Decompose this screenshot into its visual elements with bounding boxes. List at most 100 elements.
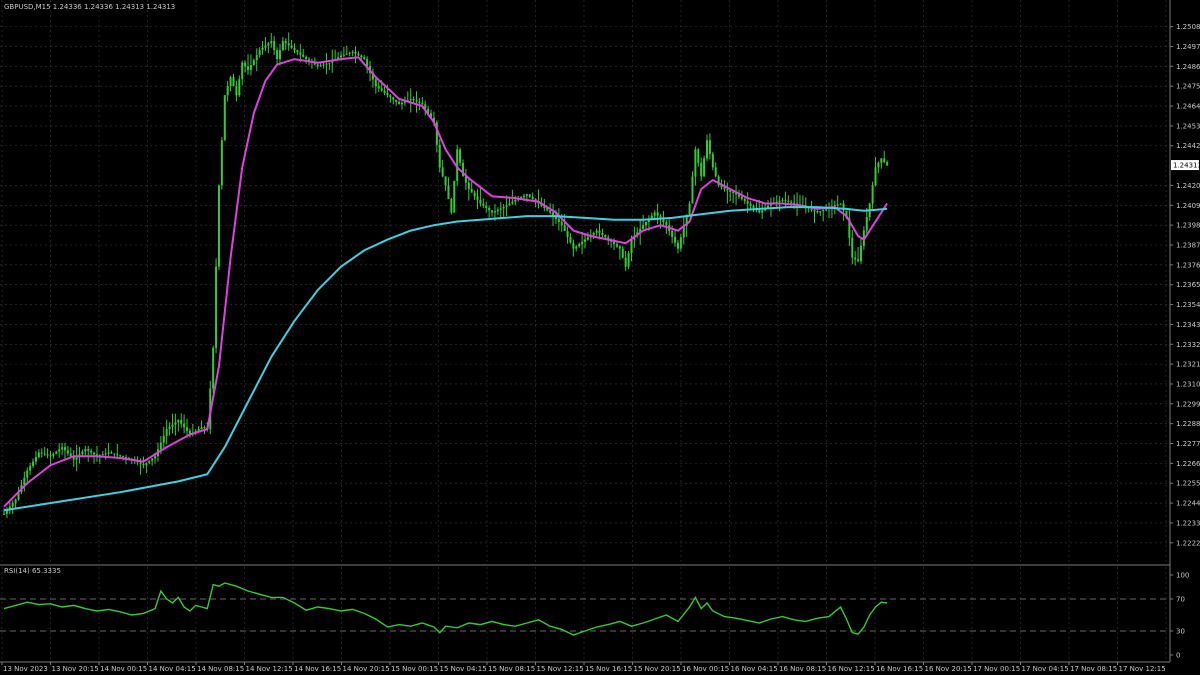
candle-body	[49, 455, 52, 457]
rsi-tick-label: 0	[1176, 652, 1180, 660]
candle-body	[58, 449, 61, 452]
candle-body	[793, 202, 796, 204]
candle-body	[857, 259, 860, 262]
candle-body	[276, 50, 279, 60]
time-tick-label: 17 Nov 08:15	[1070, 665, 1117, 673]
candle-body	[75, 457, 78, 460]
candle-body	[473, 192, 476, 197]
price-tick-label: 1.24200	[1176, 182, 1200, 190]
candle-body	[563, 225, 566, 232]
candle-body	[508, 203, 511, 206]
candle-body	[119, 455, 122, 457]
candle-body	[249, 64, 252, 70]
time-tick-label: 16 Nov 12:15	[828, 665, 875, 673]
candle-body	[363, 57, 366, 60]
candle-body	[232, 77, 235, 87]
candle-body	[409, 98, 412, 101]
time-tick-label: 13 Nov 20:15	[52, 665, 99, 673]
current-price-tag: 1.24313	[1171, 160, 1200, 171]
rsi-tick-label: 30	[1176, 628, 1185, 636]
candle-body	[84, 448, 87, 452]
candle-body	[790, 201, 793, 203]
price-tick-label: 1.23980	[1176, 222, 1200, 230]
candle-body	[389, 95, 392, 98]
candle-body	[479, 199, 482, 204]
candle-body	[162, 435, 165, 443]
candle-body	[598, 230, 601, 233]
price-tick-label: 1.24750	[1176, 83, 1200, 91]
price-tick-label: 1.23540	[1176, 301, 1200, 309]
candle-body	[113, 453, 116, 455]
candle-body	[284, 41, 287, 44]
candle-body	[171, 424, 174, 427]
candle-body	[229, 77, 232, 87]
candle-body	[154, 456, 157, 459]
candle-body	[447, 185, 450, 199]
candle-body	[345, 53, 348, 55]
candle-body	[90, 450, 93, 453]
price-tag-label: 1.24313	[1173, 162, 1200, 170]
candle-body	[549, 210, 552, 213]
time-tick-label: 15 Nov 00:15	[391, 665, 438, 673]
candle-body	[514, 199, 517, 202]
candle-body	[528, 194, 531, 197]
time-tick-label: 14 Nov 04:15	[149, 665, 196, 673]
time-tick-label: 13 Nov 2023	[3, 665, 48, 673]
candle-body	[496, 209, 499, 212]
candle-body	[212, 347, 215, 389]
candle-body	[642, 225, 645, 229]
candle-body	[61, 447, 64, 450]
candle-body	[613, 241, 616, 245]
candle-body	[339, 55, 342, 58]
candle-body	[325, 63, 328, 65]
candle-body	[302, 54, 305, 57]
time-tick-label: 15 Nov 08:15	[488, 665, 535, 673]
time-tick-label: 16 Nov 00:15	[682, 665, 729, 673]
candle-body	[398, 101, 401, 105]
candle-body	[476, 196, 479, 200]
price-tick-label: 1.23870	[1176, 242, 1200, 250]
time-tick-label: 14 Nov 00:15	[100, 665, 147, 673]
candle-body	[101, 454, 104, 456]
candle-body	[139, 462, 142, 464]
candle-body	[360, 55, 363, 58]
price-chart[interactable]: 1.25080 1.24970 1.24860 1.24750 1.24640 1.245…	[0, 0, 1200, 675]
candle-body	[40, 452, 43, 454]
time-tick-label: 17 Nov 00:15	[973, 665, 1020, 673]
candle-body	[522, 195, 525, 198]
candle-body	[787, 200, 790, 202]
candle-body	[252, 60, 255, 65]
price-tick-label: 1.24420	[1176, 142, 1200, 150]
candle-body	[177, 420, 180, 423]
candle-body	[14, 499, 17, 504]
candle-body	[615, 244, 618, 247]
candle-body	[278, 50, 281, 60]
candle-body	[627, 253, 630, 267]
candle-body	[578, 244, 581, 247]
candle-body	[23, 477, 26, 486]
price-tick-label: 1.23650	[1176, 281, 1200, 289]
time-tick-label: 14 Nov 08:15	[197, 665, 244, 673]
candle-body	[180, 420, 183, 424]
candle-body	[281, 41, 284, 51]
time-tick-label: 14 Nov 20:15	[343, 665, 390, 673]
candle-body	[267, 43, 270, 46]
candle-body	[37, 452, 40, 458]
candle-body	[93, 452, 96, 455]
candle-body	[505, 205, 508, 208]
candle-body	[688, 203, 691, 215]
candle-body	[400, 102, 403, 105]
time-tick-label: 16 Nov 04:15	[731, 665, 778, 673]
candle-body	[122, 456, 125, 458]
candle-body	[264, 45, 267, 48]
candle-body	[703, 158, 706, 177]
candle-body	[203, 427, 206, 429]
candle-body	[714, 167, 717, 177]
candle-body	[645, 221, 648, 226]
price-tick-label: 1.22880	[1176, 420, 1200, 428]
candle-body	[438, 144, 441, 168]
candle-body	[217, 185, 220, 267]
candle-body	[711, 153, 714, 168]
candle-body	[374, 79, 377, 87]
candle-body	[299, 52, 302, 55]
